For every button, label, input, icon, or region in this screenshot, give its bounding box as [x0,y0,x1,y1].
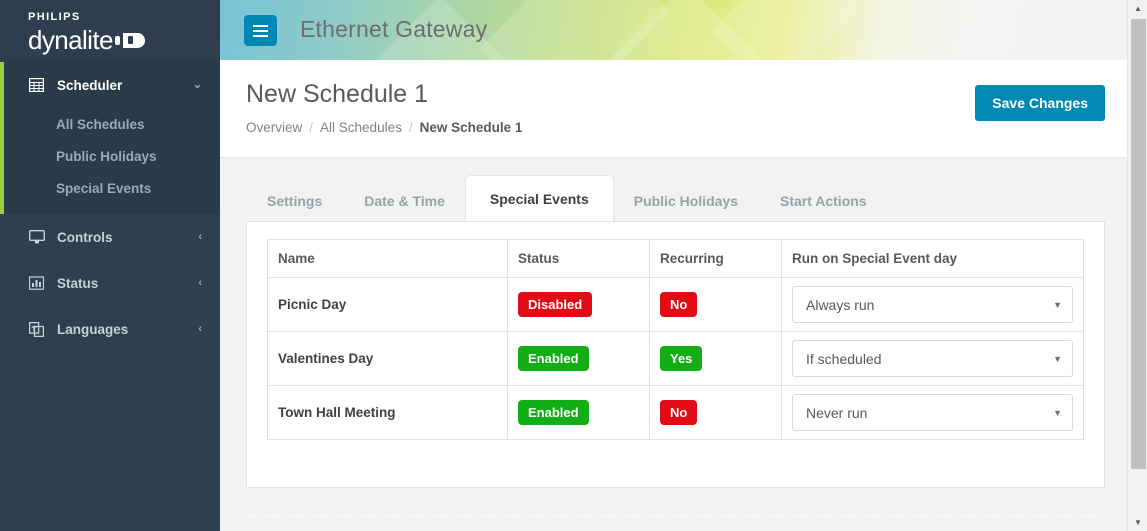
table-row: Picnic Day Disabled No Always run ▼ [267,277,1084,332]
sidebar-section-status: Status ‹ [0,260,220,306]
status-badge: Enabled [518,400,589,425]
bar-chart-icon [27,275,46,291]
sidebar-item-special-events[interactable]: Special Events [0,172,220,204]
sidebar-label-status: Status [57,275,99,291]
sidebar-item-all-schedules[interactable]: All Schedules [0,108,220,140]
breadcrumb-separator: / [408,120,413,135]
special-events-panel: Name Status Recurring Run on Special Eve… [246,221,1105,488]
tab-bar: Settings Date & Time Special Events Publ… [220,176,1127,221]
table-row: Town Hall Meeting Enabled No Never run ▼ [267,385,1084,440]
sidebar-subnav-scheduler: All Schedules Public Holidays Special Ev… [0,108,220,214]
page-header: New Schedule 1 Overview / All Schedules … [220,60,1127,158]
tab-special-events[interactable]: Special Events [465,176,613,221]
sidebar-item-controls[interactable]: Controls ‹ [0,214,220,260]
sidebar-label-scheduler: Scheduler [57,77,123,93]
breadcrumb: Overview / All Schedules / New Schedule … [246,120,522,135]
sidebar-item-languages[interactable]: Languages ‹ [0,306,220,352]
chevron-left-icon: ‹ [198,276,202,289]
calendar-grid-icon [27,77,46,93]
tab-settings[interactable]: Settings [246,180,343,221]
translate-icon [27,321,46,337]
status-badge: Enabled [518,346,589,371]
table-row: Valentines Day Enabled Yes If scheduled [267,331,1084,386]
cell-status: Disabled [507,277,650,332]
scroll-up-icon[interactable]: ▲ [1128,0,1147,17]
cell-recurring: No [649,277,782,332]
cell-status: Enabled [507,385,650,440]
run-mode-select[interactable]: Always run [792,286,1073,323]
breadcrumb-item-current: New Schedule 1 [419,120,523,135]
monitor-icon [27,229,46,245]
cell-status: Enabled [507,331,650,386]
footer-divider [247,516,1107,517]
breadcrumb-separator: / [309,120,314,135]
chevron-left-icon: ‹ [198,230,202,243]
special-events-table: Name Status Recurring Run on Special Eve… [267,239,1084,440]
decorative-facet [710,0,860,60]
chevron-left-icon: ‹ [198,322,202,335]
cell-run-on-special-event-day: Always run ▼ [781,277,1084,332]
top-header-bar: Ethernet Gateway [220,0,1127,60]
recurring-badge: No [660,292,698,317]
tab-public-holidays[interactable]: Public Holidays [613,180,759,221]
vertical-scrollbar[interactable]: ▲ ▼ [1127,0,1147,531]
scroll-down-icon[interactable]: ▼ [1128,514,1147,531]
hamburger-icon[interactable] [244,15,277,46]
save-changes-button[interactable]: Save Changes [975,85,1105,121]
content-area: Settings Date & Time Special Events Publ… [220,158,1127,531]
philips-wordmark: PHILIPS [28,11,81,23]
cell-event-name: Town Hall Meeting [267,385,508,440]
page-title: New Schedule 1 [246,80,429,108]
table-header-row: Name Status Recurring Run on Special Eve… [267,239,1084,278]
sidebar-label-languages: Languages [57,321,129,337]
run-mode-select[interactable]: If scheduled [792,340,1073,377]
tab-start-actions[interactable]: Start Actions [759,180,888,221]
cell-run-on-special-event-day: Never run ▼ [781,385,1084,440]
sidebar: PHILIPS dynalite Scheduler ⌄ All Schedul… [0,0,220,531]
cell-recurring: Yes [649,331,782,386]
column-header-name: Name [267,239,508,278]
sidebar-section-scheduler: Scheduler ⌄ All Schedules Public Holiday… [0,62,220,214]
sidebar-item-public-holidays[interactable]: Public Holidays [0,140,220,172]
status-badge: Disabled [518,292,593,317]
brand-logo[interactable]: PHILIPS dynalite [0,0,220,62]
recurring-badge: No [660,400,698,425]
sidebar-label-controls: Controls [57,229,113,245]
run-mode-select[interactable]: Never run [792,394,1073,431]
app-window: PHILIPS dynalite Scheduler ⌄ All Schedul… [0,0,1147,531]
sidebar-item-scheduler[interactable]: Scheduler ⌄ [0,62,220,108]
breadcrumb-item-all-schedules[interactable]: All Schedules [320,120,402,135]
sidebar-item-status[interactable]: Status ‹ [0,260,220,306]
chevron-down-icon: ⌄ [192,78,202,91]
dynalite-wordmark: dynalite [28,25,113,55]
cell-run-on-special-event-day: If scheduled ▼ [781,331,1084,386]
column-header-recurring: Recurring [649,239,782,278]
column-header-status: Status [507,239,650,278]
recurring-badge: Yes [660,346,703,371]
sidebar-section-controls: Controls ‹ [0,214,220,260]
cell-event-name: Valentines Day [267,331,508,386]
cell-recurring: No [649,385,782,440]
cell-event-name: Picnic Day [267,277,508,332]
tab-date-time[interactable]: Date & Time [343,180,466,221]
device-title: Ethernet Gateway [300,16,488,42]
scrollbar-thumb[interactable] [1131,19,1146,469]
breadcrumb-item-overview[interactable]: Overview [246,120,302,135]
sidebar-section-languages: Languages ‹ [0,306,220,352]
dynalite-mark-icon [114,32,145,48]
column-header-run-on-special-event-day: Run on Special Event day [781,239,1084,278]
